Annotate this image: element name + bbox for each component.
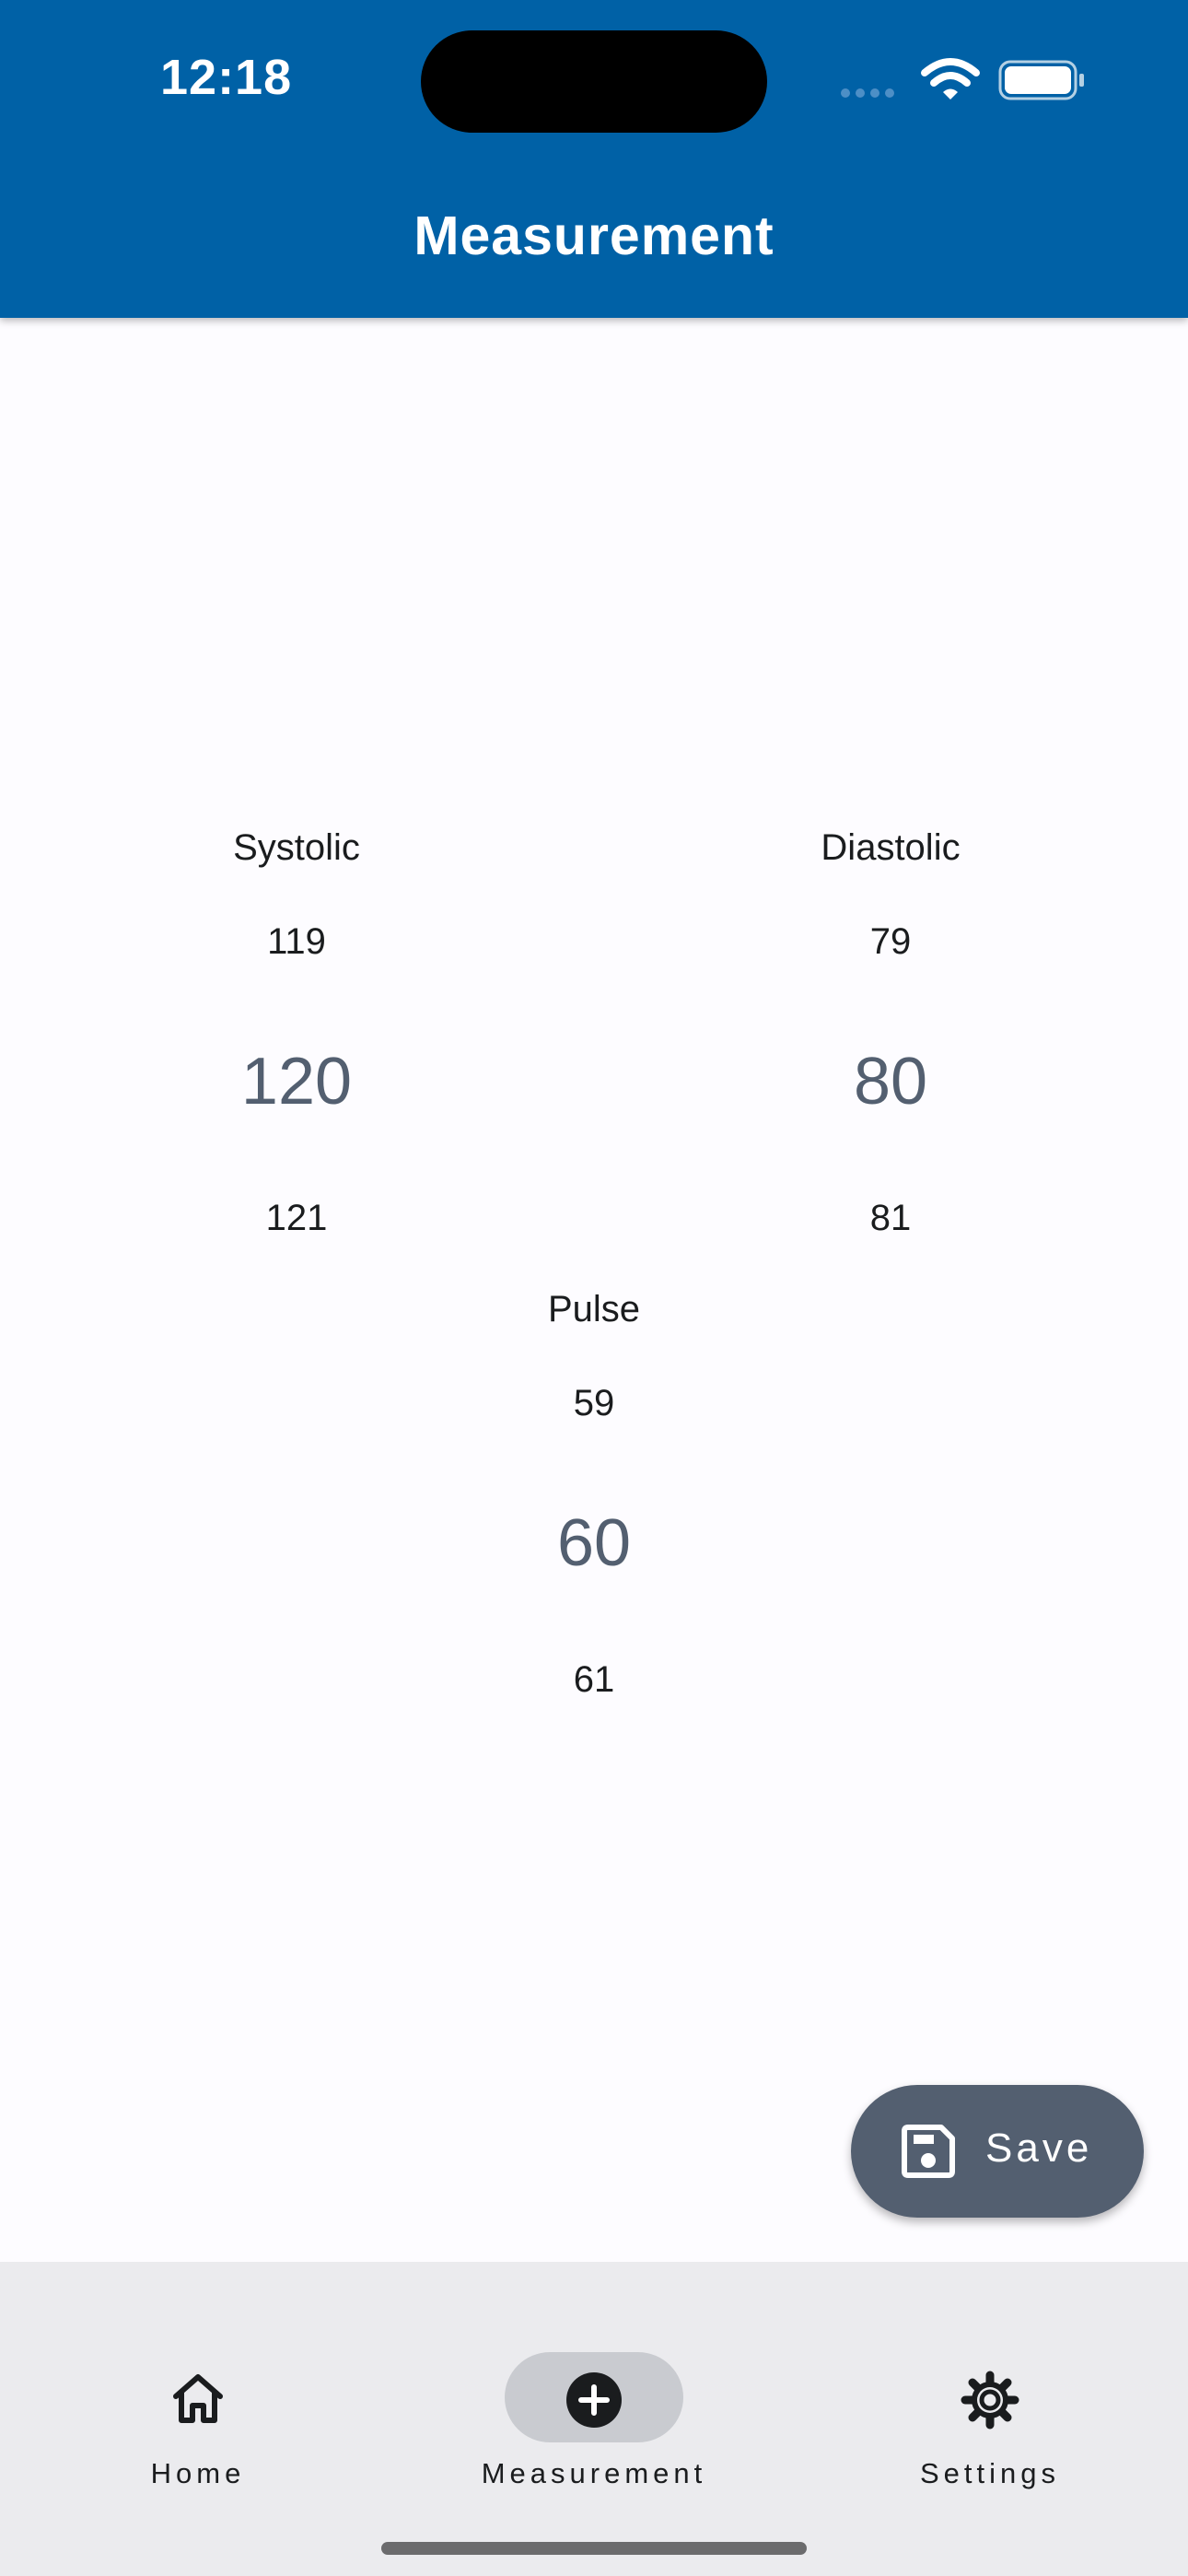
nav-item-home[interactable]: Home (60, 2308, 336, 2489)
nav-label-measurement: Measurement (481, 2457, 707, 2489)
pulse-next-value[interactable]: 61 (410, 1659, 778, 1701)
nav-item-settings[interactable]: Settings (852, 2308, 1128, 2489)
save-button[interactable]: Save (851, 2085, 1144, 2218)
systolic-prev-value[interactable]: 119 (112, 921, 481, 963)
home-indicator (381, 2542, 807, 2555)
status-time: 12:18 (160, 50, 293, 105)
wifi-icon (921, 58, 980, 100)
save-icon (902, 2125, 955, 2178)
diastolic-selected-value[interactable]: 80 (706, 1044, 1075, 1119)
nav-label-home: Home (150, 2457, 246, 2489)
battery-icon (998, 60, 1084, 100)
pulse-label: Pulse (547, 1289, 641, 1329)
add-circle-icon (566, 2372, 622, 2428)
systolic-next-value[interactable]: 121 (112, 1198, 481, 1239)
bottom-navigation: Home Measurement Settings (0, 2262, 1188, 2576)
page-title: Measurement (413, 205, 775, 266)
cellular-signal-icon (841, 86, 900, 102)
save-label: Save (985, 2125, 1093, 2171)
systolic-selected-value[interactable]: 120 (112, 1044, 481, 1119)
systolic-label: Systolic (233, 827, 360, 868)
dynamic-island (421, 30, 767, 133)
diastolic-prev-value[interactable]: 79 (706, 921, 1075, 963)
diastolic-next-value[interactable]: 81 (706, 1198, 1075, 1239)
nav-item-measurement[interactable]: Measurement (420, 2308, 768, 2489)
nav-label-settings: Settings (919, 2457, 1060, 2489)
home-icon (173, 2374, 223, 2423)
app-bar: 12:18 Measurement (0, 0, 1188, 318)
gear-icon (961, 2371, 1019, 2430)
diastolic-label: Diastolic (821, 827, 961, 868)
pulse-prev-value[interactable]: 59 (410, 1383, 778, 1424)
pulse-selected-value[interactable]: 60 (410, 1505, 778, 1581)
